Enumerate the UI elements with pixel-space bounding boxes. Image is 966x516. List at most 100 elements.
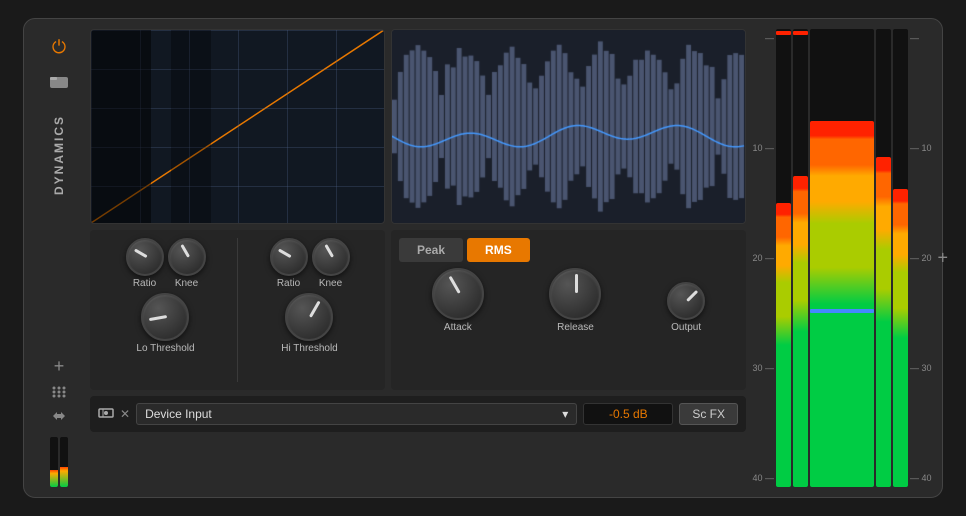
lo-knee-group: Knee [168, 238, 206, 289]
hi-ratio-indicator [277, 248, 290, 257]
meter-fill-2r [893, 189, 908, 487]
meter-group-1 [776, 29, 808, 487]
peak-rms-row: Peak RMS [399, 238, 738, 262]
meter-rlabel-10: — 10 [910, 143, 932, 153]
meter-track-2r [893, 29, 908, 487]
gain-reduction-indicator [810, 309, 874, 313]
hi-section: Ratio Knee [242, 238, 377, 382]
meter-group-2 [876, 29, 908, 487]
hi-top-knobs: Ratio Knee [270, 238, 350, 289]
sc-fx-button[interactable]: Sc FX [679, 403, 738, 425]
meter-clip-1r [793, 31, 808, 35]
meter-label-top: — [752, 33, 774, 43]
meter-label-10: 10 — [752, 143, 774, 153]
lo-knee-label: Knee [175, 278, 198, 289]
hi-threshold-group: Hi Threshold [281, 293, 338, 354]
hi-knee-group: Knee [312, 238, 350, 289]
lo-section: Ratio Knee [98, 238, 233, 382]
lo-knee-indicator [180, 244, 189, 257]
release-knob[interactable] [549, 268, 601, 320]
hi-ratio-group: Ratio [270, 238, 308, 289]
power-button[interactable]: ⏻ [45, 33, 73, 61]
meter-label-20: 20 — [752, 253, 774, 263]
rms-button[interactable]: RMS [467, 238, 530, 262]
lo-hi-inner: Ratio Knee [98, 238, 377, 382]
dark-stripe-2 [171, 30, 211, 223]
attack-knob[interactable] [432, 268, 484, 320]
meter-rlabel-40: — 40 [910, 473, 932, 483]
grid-icon[interactable] [51, 385, 67, 401]
meter-track-wide [810, 29, 874, 487]
meter-fill-1l [776, 203, 791, 487]
release-group: Release [549, 268, 601, 333]
lo-threshold-indicator [149, 315, 167, 321]
mini-meter-bar-r [60, 467, 68, 487]
meter-label-40: 40 — [752, 473, 774, 483]
sidebar-bottom: + [50, 356, 68, 487]
controls-row: Ratio Knee [90, 230, 746, 390]
plus-left-icon[interactable]: + [54, 356, 65, 377]
hi-knee-label: Knee [319, 278, 342, 289]
transfer-display [90, 29, 385, 224]
release-label: Release [557, 322, 594, 333]
attack-label: Attack [444, 322, 472, 333]
meter-rlabel-30: — 30 [910, 363, 932, 373]
meter-fill-2l [876, 157, 891, 487]
lo-hi-separator [237, 238, 238, 382]
device-label: Device Input [145, 407, 212, 421]
top-row [90, 29, 746, 224]
meter-track-1r [793, 29, 808, 487]
meter-rlabel-top: — [910, 33, 932, 43]
meter-track-1l [776, 29, 791, 487]
meter-labels-right: — — 10 — 20 — 30 — 40 [910, 29, 932, 487]
output-indicator [687, 290, 699, 302]
lo-knee-knob[interactable] [168, 238, 206, 276]
output-label: Output [671, 322, 701, 333]
waveform-display [391, 29, 746, 224]
right-meters: — 10 — 20 — 30 — 40 — [752, 29, 932, 487]
device-input-select[interactable]: Device Input ▾ [136, 403, 577, 425]
meter-track-2l [876, 29, 891, 487]
lo-threshold-knob[interactable] [141, 293, 189, 341]
lo-ratio-indicator [133, 248, 146, 257]
folder-icon [50, 74, 68, 93]
lo-threshold-label: Lo Threshold [136, 343, 194, 354]
mini-meters [50, 437, 68, 487]
lo-top-knobs: Ratio Knee [126, 238, 206, 289]
attack-indicator [448, 276, 460, 294]
plugin-container: ⏻ DYNAMICS + [23, 18, 943, 498]
main-content: Ratio Knee [90, 29, 746, 487]
lo-ratio-group: Ratio [126, 238, 164, 289]
meter-labels-left: — 10 — 20 — 30 — 40 — [752, 29, 774, 487]
db-display: -0.5 dB [583, 403, 673, 425]
meter-fill-1r [793, 176, 808, 487]
plus-right-icon[interactable]: + [937, 248, 948, 269]
close-device-button[interactable]: ✕ [120, 407, 130, 421]
folder-button[interactable] [45, 69, 73, 97]
dark-stripe-1 [91, 30, 151, 223]
meter-rlabel-20: — 20 [910, 253, 932, 263]
hi-threshold-label: Hi Threshold [281, 343, 338, 354]
waveform-canvas [392, 30, 745, 223]
route-icon[interactable] [51, 409, 67, 425]
output-knob[interactable] [667, 282, 705, 320]
meter-fill-wide [810, 121, 874, 487]
lo-threshold-group: Lo Threshold [136, 293, 194, 354]
hi-ratio-label: Ratio [277, 278, 300, 289]
power-icon: ⏻ [52, 37, 66, 58]
peak-button[interactable]: Peak [399, 238, 463, 262]
hi-ratio-knob[interactable] [270, 238, 308, 276]
mini-meter-bar-l [50, 470, 58, 488]
attack-group: Attack [432, 268, 484, 333]
hi-threshold-knob[interactable] [285, 293, 333, 341]
hi-knee-knob[interactable] [312, 238, 350, 276]
lo-ratio-label: Ratio [133, 278, 156, 289]
meter-clip-1l [776, 31, 791, 35]
device-icon [98, 405, 114, 424]
attack-release-row: Attack Release Output [399, 268, 738, 333]
hi-threshold-indicator [310, 300, 321, 317]
lo-hi-section: Ratio Knee [90, 230, 385, 390]
lo-ratio-knob[interactable] [126, 238, 164, 276]
meter-label-30: 30 — [752, 363, 774, 373]
release-indicator [575, 274, 578, 293]
